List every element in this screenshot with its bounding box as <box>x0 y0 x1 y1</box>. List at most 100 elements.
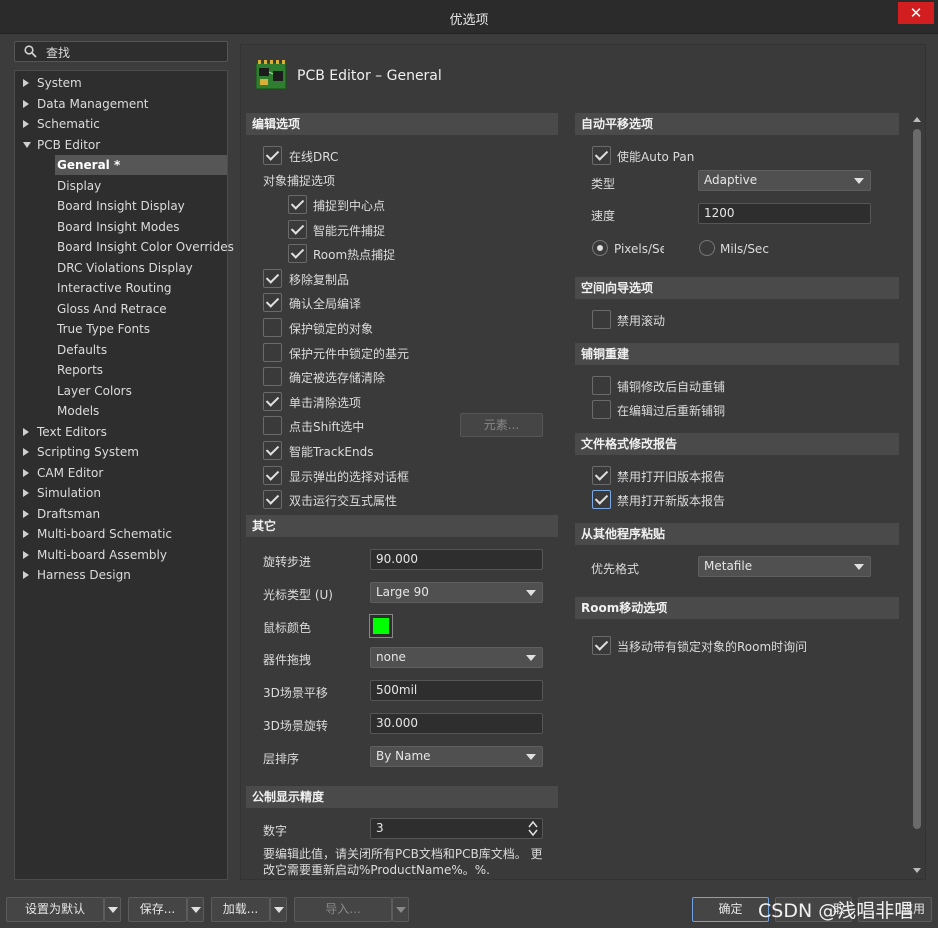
tree-item-text-editors[interactable]: Text Editors <box>23 422 223 442</box>
tree-item-general[interactable]: General * <box>55 155 227 175</box>
tree-item-multi-board-schematic[interactable]: Multi-board Schematic <box>23 524 223 544</box>
rotation-step-input[interactable]: 90.000 <box>370 549 543 570</box>
rotate-3d-input[interactable]: 30.000 <box>370 713 543 734</box>
tree-item-layer-colors[interactable]: Layer Colors <box>55 381 227 401</box>
room-hotspot-snap-checkbox[interactable] <box>288 244 307 263</box>
confirm-selection-clear-checkbox[interactable] <box>263 367 282 386</box>
show-popup-dialog-checkbox[interactable] <box>263 466 282 485</box>
tree-item-scripting-system[interactable]: Scripting System <box>23 442 223 462</box>
tree-item-defaults[interactable]: Defaults <box>55 340 227 360</box>
section-room-move: Room移动选项 <box>575 597 899 619</box>
dblclick-interactive-checkbox[interactable] <box>263 490 282 509</box>
chevron-down-icon <box>108 907 118 913</box>
tree-item-display[interactable]: Display <box>55 176 227 196</box>
tree-item-cam-editor[interactable]: CAM Editor <box>23 463 223 483</box>
load-menu-button[interactable] <box>270 897 287 922</box>
save-button[interactable]: 保存... <box>128 897 187 922</box>
disable-new-report-label: 禁用打开新版本报告 <box>617 494 726 508</box>
save-menu-button[interactable] <box>187 897 204 922</box>
chevron-right-icon[interactable] <box>23 427 29 436</box>
tree-item-reports[interactable]: Reports <box>55 360 227 380</box>
room-move-ask-checkbox[interactable] <box>592 636 611 655</box>
pixels-per-sec-radio[interactable] <box>592 240 608 256</box>
tree-item-harness-design[interactable]: Harness Design <box>23 565 223 585</box>
smart-component-snap-checkbox[interactable] <box>288 220 307 239</box>
disable-old-report-label: 禁用打开旧版本报告 <box>617 470 726 484</box>
repour-after-modify-checkbox[interactable] <box>592 376 611 395</box>
load-button[interactable]: 加载... <box>211 897 270 922</box>
online-drc-checkbox[interactable] <box>263 146 282 165</box>
disable-old-report-checkbox[interactable] <box>592 466 611 485</box>
chevron-down-icon <box>396 907 406 913</box>
spin-arrows-icon[interactable] <box>528 820 538 837</box>
autopan-speed-input[interactable]: 1200 <box>698 203 871 224</box>
chevron-right-icon[interactable] <box>23 120 29 128</box>
disable-new-report-checkbox[interactable] <box>592 490 611 509</box>
cursor-type-value: Large 90 <box>376 585 429 599</box>
tree-item-system[interactable]: System <box>23 73 223 93</box>
shift-click-select-checkbox[interactable] <box>263 416 282 435</box>
close-button[interactable]: ✕ <box>898 2 934 24</box>
tree-item-board-insight-modes[interactable]: Board Insight Modes <box>55 217 227 237</box>
pcb-board-icon <box>255 60 287 90</box>
import-menu-button[interactable] <box>392 897 409 922</box>
component-drag-value: none <box>376 650 406 664</box>
tree-item-gloss-and-retrace[interactable]: Gloss And Retrace <box>55 299 227 319</box>
chevron-right-icon[interactable] <box>23 448 29 456</box>
chevron-right-icon[interactable] <box>23 509 29 518</box>
remove-duplicates-checkbox[interactable] <box>263 269 282 288</box>
tree-item-drc-violations-display[interactable]: DRC Violations Display <box>55 258 227 278</box>
cursor-color-swatch[interactable] <box>369 614 393 638</box>
cursor-type-dropdown[interactable]: Large 90 <box>370 582 543 603</box>
smart-track-ends-checkbox[interactable] <box>263 441 282 460</box>
confirm-global-edit-checkbox[interactable] <box>263 293 282 312</box>
autopan-type-dropdown[interactable]: Adaptive <box>698 170 871 191</box>
preferred-format-dropdown[interactable]: Metafile <box>698 556 871 577</box>
tree-item-true-type-fonts[interactable]: True Type Fonts <box>55 319 227 339</box>
layer-order-dropdown[interactable]: By Name <box>370 746 543 767</box>
pan-3d-input[interactable]: 500mil <box>370 680 543 701</box>
set-default-button[interactable]: 设置为默认 <box>6 897 104 922</box>
autopan-enable-checkbox[interactable] <box>592 146 611 165</box>
protect-locked-checkbox[interactable] <box>263 318 282 337</box>
section-autopan: 自动平移选项 <box>575 113 899 135</box>
digits-spinbox[interactable]: 3 <box>370 818 543 839</box>
preferred-format-label: 优先格式 <box>591 562 640 576</box>
chevron-right-icon[interactable] <box>23 489 29 497</box>
tree-item-models[interactable]: Models <box>55 401 227 421</box>
chevron-right-icon[interactable] <box>23 530 29 538</box>
scroll-down-icon[interactable] <box>913 868 921 873</box>
scroll-thumb[interactable] <box>913 129 921 829</box>
repour-after-edit-checkbox[interactable] <box>592 400 611 419</box>
preferences-tree[interactable]: System Data Management Schematic PCB Editor… <box>14 70 234 880</box>
component-drag-dropdown[interactable]: none <box>370 647 543 668</box>
chevron-right-icon[interactable] <box>23 550 29 559</box>
tree-item-board-insight-color-overrides[interactable]: Board Insight Color Overrides <box>55 237 234 257</box>
shift-click-select-label: 点击Shift选中 <box>289 420 365 434</box>
tree-item-board-insight-display[interactable]: Board Insight Display <box>55 196 227 216</box>
tree-item-label: Text Editors <box>37 424 107 439</box>
tree-item-simulation[interactable]: Simulation <box>23 483 223 503</box>
snap-center-checkbox[interactable] <box>288 195 307 214</box>
mils-per-sec-radio[interactable] <box>699 240 715 256</box>
protect-primitives-checkbox[interactable] <box>263 343 282 362</box>
chevron-right-icon[interactable] <box>23 99 29 108</box>
set-default-menu-button[interactable] <box>104 897 121 922</box>
tree-item-interactive-routing[interactable]: Interactive Routing <box>55 278 227 298</box>
primitives-button[interactable]: 元素... <box>460 413 543 437</box>
vertical-scrollbar[interactable] <box>910 115 924 875</box>
click-clears-selection-checkbox[interactable] <box>263 392 282 411</box>
import-button[interactable]: 导入... <box>294 897 392 922</box>
tree-item-multi-board-assembly[interactable]: Multi-board Assembly <box>23 545 223 565</box>
chevron-right-icon[interactable] <box>23 79 29 87</box>
chevron-down-icon[interactable] <box>23 141 31 148</box>
chevron-right-icon[interactable] <box>23 468 29 477</box>
search-input[interactable]: 查找 <box>14 41 228 62</box>
chevron-right-icon[interactable] <box>23 571 29 579</box>
disable-roll-checkbox[interactable] <box>592 310 611 329</box>
scroll-up-icon[interactable] <box>913 117 921 122</box>
tree-item-data-management[interactable]: Data Management <box>23 94 223 114</box>
tree-item-draftsman[interactable]: Draftsman <box>23 504 223 524</box>
tree-item-pcb-editor[interactable]: PCB Editor <box>23 135 223 155</box>
tree-item-schematic[interactable]: Schematic <box>23 114 223 134</box>
